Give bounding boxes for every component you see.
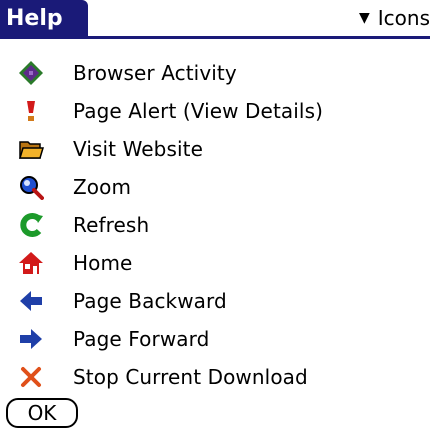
browser-activity-icon — [18, 60, 44, 86]
title-underline — [0, 36, 430, 39]
legend-item-page-forward: Page Forward — [0, 320, 430, 358]
category-picker[interactable]: ▼ Icons — [359, 0, 430, 36]
category-picker-value: Icons — [377, 6, 430, 30]
legend-item-label: Home — [73, 251, 133, 275]
legend-item-label: Visit Website — [73, 137, 204, 161]
icon-legend-list: Browser Activity Page Alert (View Detail… — [0, 54, 430, 396]
legend-item-home: Home — [0, 244, 430, 282]
legend-item-label: Browser Activity — [73, 61, 237, 85]
legend-item-page-alert: Page Alert (View Details) — [0, 92, 430, 130]
legend-item-browser-activity: Browser Activity — [0, 54, 430, 92]
help-dialog: Help ▼ Icons Browser Activity Page Alert… — [0, 0, 430, 430]
refresh-icon — [18, 212, 44, 238]
legend-item-page-backward: Page Backward — [0, 282, 430, 320]
legend-item-stop-download: Stop Current Download — [0, 358, 430, 396]
legend-item-label: Page Backward — [73, 289, 227, 313]
legend-item-visit-website: Visit Website — [0, 130, 430, 168]
home-icon — [18, 250, 44, 276]
legend-item-label: Page Alert (View Details) — [73, 99, 323, 123]
legend-item-label: Page Forward — [73, 327, 210, 351]
ok-button[interactable]: OK — [6, 398, 78, 428]
legend-item-label: Stop Current Download — [73, 365, 308, 389]
stop-icon — [18, 364, 44, 390]
arrow-right-icon — [18, 326, 44, 352]
folder-icon — [18, 136, 44, 162]
legend-item-refresh: Refresh — [0, 206, 430, 244]
page-alert-icon — [18, 98, 44, 124]
legend-item-label: Zoom — [73, 175, 132, 199]
dialog-title: Help — [0, 0, 88, 38]
legend-item-label: Refresh — [73, 213, 150, 237]
legend-item-zoom: Zoom — [0, 168, 430, 206]
triangle-down-icon: ▼ — [358, 10, 370, 26]
magnifier-icon — [18, 174, 44, 200]
arrow-left-icon — [18, 288, 44, 314]
